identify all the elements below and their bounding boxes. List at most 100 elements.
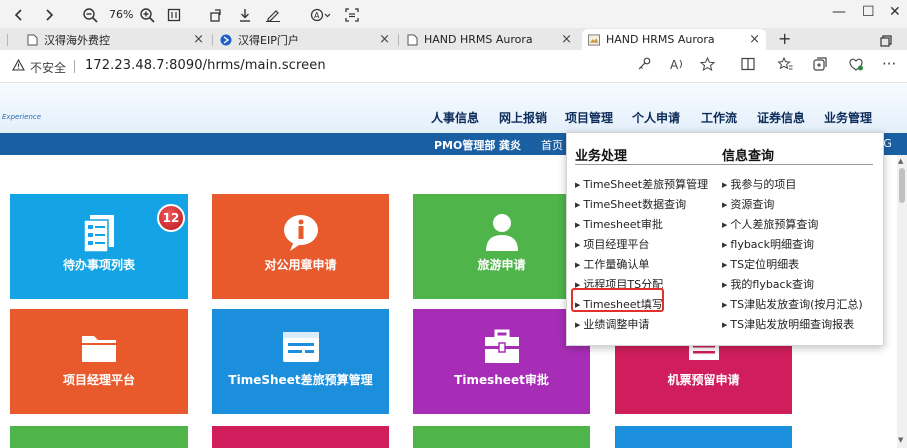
address-separator (74, 60, 75, 73)
scroll-up-icon[interactable]: ▲ (898, 157, 903, 165)
menu-item-ts-location-details[interactable]: ▶ TS定位明细表 (722, 256, 799, 272)
nav-project-management[interactable]: 项目管理 (565, 109, 613, 126)
tile-partial[interactable] (413, 426, 590, 448)
tab-2[interactable]: 汉得EIP门户 × (214, 29, 396, 50)
back-icon[interactable] (12, 4, 26, 26)
new-tab-button[interactable]: + (778, 29, 791, 48)
scroll-thumb[interactable] (899, 168, 905, 203)
vertical-scrollbar[interactable]: ▲ ▼ (897, 155, 907, 448)
menu-item-my-projects[interactable]: ▶ 我参与的项目 (722, 176, 796, 192)
site-header: Experience 人事信息 网上报销 项目管理 个人申请 工作流 证券信息 … (0, 84, 907, 133)
close-tab-icon[interactable]: × (749, 32, 760, 47)
tile-label: 对公用章申请 (264, 258, 337, 272)
nav-securities-info[interactable]: 证券信息 (757, 109, 805, 126)
dropdown-divider (575, 164, 873, 165)
nav-business-management[interactable]: 业务管理 (824, 109, 872, 126)
tab-title: 汉得海外费控 (44, 33, 110, 47)
highlight-box (571, 288, 664, 312)
forward-icon[interactable] (42, 4, 56, 26)
tab-3[interactable]: HAND HRMS Aurora × (400, 29, 578, 50)
tile-pm-platform[interactable]: 项目经理平台 (10, 309, 188, 414)
favorite-star-icon[interactable] (699, 56, 716, 75)
menu-item-timesheet-travel-budget[interactable]: ▶ TimeSheet差旅预算管理 (575, 176, 708, 192)
menu-item-my-flyback[interactable]: ▶ 我的flyback查询 (722, 276, 814, 292)
department-label: PMO管理部 (434, 139, 496, 152)
tile-official-seal-application[interactable]: 对公用章申请 (212, 194, 389, 299)
split-screen-icon[interactable] (741, 57, 755, 75)
info-bubble-icon (280, 211, 322, 253)
tile-partial[interactable] (212, 426, 389, 448)
tile-label: 机票预留申请 (667, 373, 740, 387)
draw-icon[interactable] (265, 4, 281, 26)
tile-label: TimeSheet差旅预算管理 (228, 373, 373, 387)
capture-icon[interactable] (345, 4, 359, 26)
maximize-button[interactable]: ☐ (862, 4, 875, 20)
browser-essentials-icon[interactable] (848, 57, 864, 75)
menu-item-timesheet-approval[interactable]: ▶ Timesheet审批 (575, 216, 663, 232)
nav-online-reimbursement[interactable]: 网上报销 (499, 109, 547, 126)
pdf-toolbar: 76% A — ☐ ✕ (0, 0, 907, 30)
tile-label: Timesheet审批 (454, 373, 549, 387)
triangle-icon: ▶ (722, 181, 728, 189)
nav-hr-info[interactable]: 人事信息 (431, 109, 479, 126)
menu-item-pm-platform[interactable]: ▶ 项目经理平台 (575, 236, 649, 252)
close-tab-icon[interactable]: × (379, 32, 390, 47)
close-tab-icon[interactable]: × (561, 32, 572, 47)
close-window-button[interactable]: ✕ (889, 4, 901, 20)
favorites-icon[interactable] (777, 56, 793, 75)
logo-fragment: Experience (2, 113, 42, 121)
triangle-icon: ▶ (722, 221, 728, 229)
close-tab-icon[interactable]: × (193, 32, 204, 47)
collections-icon[interactable] (813, 57, 827, 75)
minimize-button[interactable]: — (832, 4, 846, 20)
scroll-down-icon[interactable]: ▼ (898, 436, 903, 444)
tab-actions-icon[interactable] (880, 32, 892, 51)
triangle-icon: ▶ (722, 321, 728, 329)
menu-item-performance-adjustment[interactable]: ▶ 业绩调整申请 (575, 316, 649, 332)
tab-4-active[interactable]: HAND HRMS Aurora × (582, 29, 766, 50)
menu-item-timesheet-data-query[interactable]: ▶ TimeSheet数据查询 (575, 196, 686, 212)
triangle-icon: ▶ (575, 241, 581, 249)
menu-item-ts-allowance-report[interactable]: ▶ TS津贴发放明细查询报表 (722, 316, 854, 332)
tile-timesheet-travel-budget[interactable]: TimeSheet差旅预算管理 (212, 309, 389, 414)
tab-strip: 汉得海外费控 × 汉得EIP门户 × HAND HRMS Aurora × HA… (0, 28, 907, 50)
tile-label: 项目经理平台 (62, 373, 135, 387)
home-link[interactable]: 首页 (541, 137, 563, 153)
tile-partial[interactable] (615, 426, 792, 448)
read-aloud-icon[interactable]: A (310, 4, 332, 26)
triangle-icon: ▶ (575, 221, 581, 229)
key-icon[interactable] (637, 57, 651, 75)
menu-item-resource-query[interactable]: ▶ 资源查询 (722, 196, 774, 212)
zoom-in-icon[interactable] (139, 4, 155, 26)
menu-item-personal-travel-budget[interactable]: ▶ 个人差旅预算查询 (722, 216, 818, 232)
tile-travel-application[interactable]: 旅游申请 (413, 194, 590, 299)
tab-title: HAND HRMS Aurora (606, 33, 715, 46)
fit-page-icon[interactable] (167, 4, 181, 26)
menu-item-ts-allowance-monthly[interactable]: ▶ TS津贴发放查询(按月汇总) (722, 296, 863, 312)
tab-title: HAND HRMS Aurora (424, 33, 533, 46)
hrms-image-icon (588, 33, 600, 46)
warning-icon[interactable] (12, 58, 25, 74)
zoom-level: 76% (109, 8, 134, 21)
security-label[interactable]: 不安全 (30, 59, 66, 76)
triangle-icon: ▶ (575, 181, 581, 189)
page-icon (406, 34, 418, 46)
read-aloud-icon[interactable]: A (670, 57, 686, 75)
menu-item-workload-confirmation[interactable]: ▶ 工作量确认单 (575, 256, 649, 272)
project-management-dropdown: 业务处理 信息查询 ▶ TimeSheet差旅预算管理 ▶ TimeSheet数据查… (566, 132, 884, 346)
tile-todo-list[interactable]: 12 待办事项列表 (10, 194, 188, 299)
menu-item-flyback-details[interactable]: ▶ flyback明细查询 (722, 236, 814, 252)
nav-personal-application[interactable]: 个人申请 (632, 109, 680, 126)
tab-separator (7, 34, 8, 46)
svg-text:A: A (670, 58, 679, 71)
tile-label: 待办事项列表 (62, 258, 135, 272)
tile-timesheet-approval[interactable]: Timesheet审批 (413, 309, 590, 414)
rotate-icon[interactable] (209, 4, 223, 26)
url-input[interactable]: 172.23.48.7:8090/hrms/main.screen (85, 58, 326, 73)
zoom-out-icon[interactable] (82, 4, 98, 26)
download-icon[interactable] (238, 4, 252, 26)
tab-1[interactable]: 汉得海外费控 × (20, 29, 210, 50)
tile-partial[interactable] (10, 426, 188, 448)
more-menu-icon[interactable]: ··· (882, 55, 896, 73)
nav-workflow[interactable]: 工作流 (701, 109, 737, 126)
